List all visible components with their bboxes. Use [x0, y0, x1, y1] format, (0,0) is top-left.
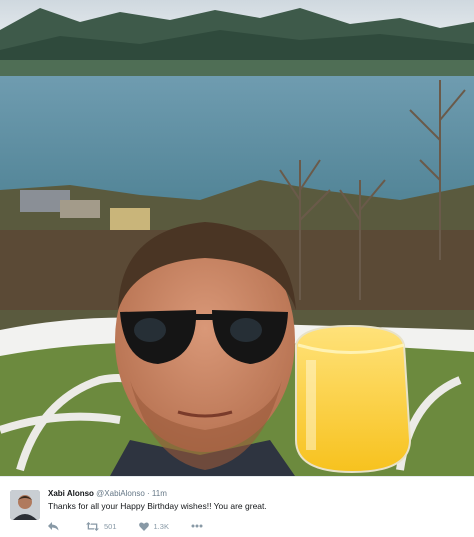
tweet-card: Xabi Alonso @XabiAlonso · 11m Thanks for… [0, 476, 474, 537]
timestamp[interactable]: 11m [152, 489, 167, 498]
like-button[interactable]: 1.3K [138, 521, 169, 531]
more-dots-icon [191, 524, 203, 528]
retweet-button[interactable]: 501 [86, 521, 117, 531]
retweet-icon [86, 521, 99, 531]
tweet-photo[interactable] [0, 0, 474, 476]
avatar[interactable] [10, 490, 40, 520]
like-count: 1.3K [153, 521, 169, 531]
more-button[interactable] [191, 524, 208, 528]
tweet-text: Thanks for all your Happy Birthday wishe… [48, 501, 267, 511]
retweet-count: 501 [104, 521, 117, 531]
handle[interactable]: @XabiAlonso [96, 489, 145, 498]
tweet-header: Xabi Alonso @XabiAlonso · 11m [48, 489, 167, 498]
reply-icon [48, 521, 59, 530]
heart-icon [138, 521, 149, 531]
reply-button[interactable] [48, 521, 64, 531]
display-name[interactable]: Xabi Alonso [48, 489, 94, 498]
separator: · [147, 489, 150, 498]
tweet-actions: 501 1.3K [48, 519, 230, 533]
